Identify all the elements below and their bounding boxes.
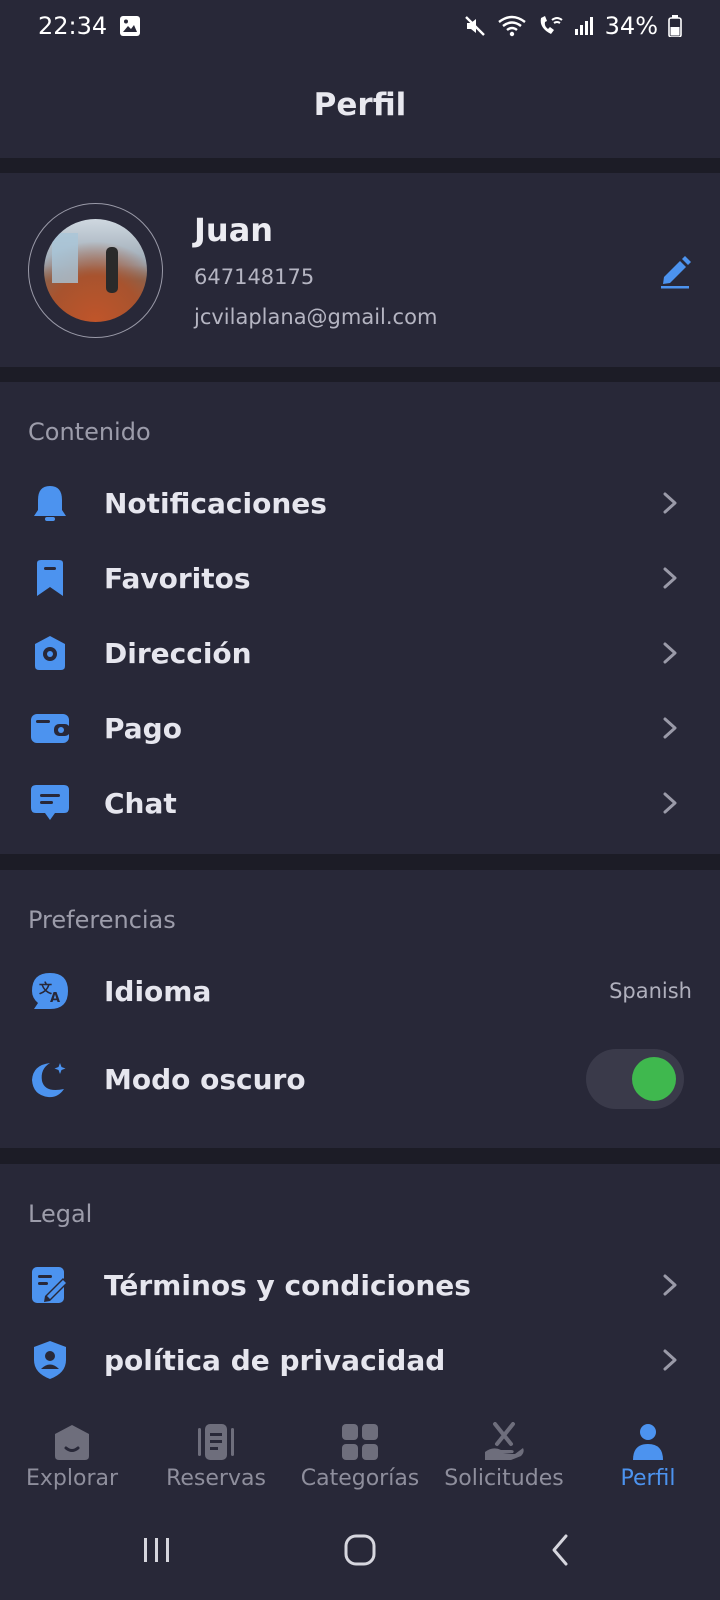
- document-icon: [198, 1424, 234, 1460]
- chevron-right-icon: [663, 1274, 677, 1296]
- nav-label: Solicitudes: [444, 1466, 564, 1491]
- svg-text:A: A: [50, 991, 60, 1006]
- menu-label: Chat: [104, 786, 177, 820]
- status-left: 22:34: [38, 12, 141, 40]
- profile-phone: 647148175: [194, 265, 315, 289]
- nav-categorias[interactable]: Categorías: [288, 1400, 432, 1500]
- home-icon: [55, 1425, 89, 1460]
- menu-item-chat[interactable]: Chat: [0, 766, 720, 840]
- menu-label: Términos y condiciones: [104, 1268, 471, 1302]
- system-nav-bar: [0, 1500, 720, 1600]
- signal-icon: [574, 17, 593, 35]
- wifi-call-icon: [540, 16, 563, 34]
- menu-item-direccion[interactable]: Dirección: [0, 616, 720, 690]
- section-title-legal: Legal: [28, 1200, 93, 1228]
- profile-name: Juan: [194, 211, 274, 249]
- menu-item-idioma[interactable]: 文 A Idioma Spanish: [0, 954, 720, 1028]
- chevron-right-icon: [663, 642, 677, 664]
- status-time: 22:34: [38, 12, 108, 40]
- menu-label: Notificaciones: [104, 486, 327, 520]
- bookmark-icon: [30, 558, 70, 598]
- menu-item-pago[interactable]: Pago: [0, 691, 720, 765]
- section-contenido: Contenido Notificaciones Favoritos Direc…: [0, 382, 720, 854]
- profile-card: Juan 647148175 jcvilaplana@gmail.com: [0, 173, 720, 367]
- grid-icon: [342, 1424, 378, 1460]
- nav-explorar[interactable]: Explorar: [0, 1400, 144, 1500]
- menu-item-modo-oscuro: Modo oscuro: [0, 1034, 720, 1124]
- tools-hand-icon: [485, 1422, 524, 1460]
- nav-label: Explorar: [25, 1466, 119, 1491]
- nav-label: Perfil: [620, 1466, 676, 1491]
- wallet-icon: [30, 708, 70, 748]
- recent-apps-icon[interactable]: [137, 1530, 177, 1570]
- wifi-icon: [497, 15, 526, 37]
- menu-item-privacidad[interactable]: política de privacidad: [0, 1323, 720, 1397]
- avatar[interactable]: [44, 219, 147, 322]
- bell-icon: [30, 483, 70, 523]
- bottom-nav: Explorar Reservas Categorías Solicitudes…: [0, 1400, 720, 1500]
- chevron-right-icon: [663, 567, 677, 589]
- shield-user-icon: [30, 1340, 70, 1380]
- menu-label: Dirección: [104, 636, 252, 670]
- chevron-right-icon: [663, 717, 677, 739]
- menu-item-favoritos[interactable]: Favoritos: [0, 541, 720, 615]
- page-title: Perfil: [313, 87, 407, 123]
- menu-label: Pago: [104, 711, 182, 745]
- location-icon: [30, 633, 70, 673]
- terms-icon: [30, 1265, 70, 1305]
- toggle-knob: [632, 1057, 676, 1101]
- moon-icon: [30, 1059, 70, 1099]
- translate-icon: 文 A: [30, 971, 70, 1011]
- section-legal: Legal Términos y condiciones política de…: [0, 1164, 720, 1400]
- gallery-icon: [120, 16, 141, 36]
- menu-label: Modo oscuro: [104, 1062, 306, 1096]
- edit-profile-icon[interactable]: [658, 253, 692, 289]
- status-bar: 22:34 34%: [0, 0, 720, 52]
- profile-email: jcvilaplana@gmail.com: [194, 305, 438, 329]
- section-title-preferencias: Preferencias: [28, 906, 176, 934]
- nav-perfil[interactable]: Perfil: [576, 1400, 720, 1500]
- chat-icon: [30, 783, 70, 823]
- menu-label: Favoritos: [104, 561, 251, 595]
- dark-mode-toggle[interactable]: [586, 1049, 684, 1109]
- screen: 22:34 34% Perfil Juan 647148175 jcvilapl…: [0, 0, 720, 1600]
- home-button-icon[interactable]: [340, 1530, 380, 1570]
- chevron-right-icon: [663, 492, 677, 514]
- user-icon: [633, 1424, 663, 1460]
- avatar-photo-window: [52, 233, 78, 283]
- battery-icon: [668, 15, 682, 37]
- nav-reservas[interactable]: Reservas: [144, 1400, 288, 1500]
- language-value: Spanish: [609, 979, 692, 1003]
- chevron-right-icon: [663, 792, 677, 814]
- avatar-photo-person: [106, 247, 118, 293]
- nav-solicitudes[interactable]: Solicitudes: [432, 1400, 576, 1500]
- nav-label: Categorías: [300, 1466, 420, 1491]
- status-right: 34%: [463, 12, 682, 40]
- avatar-ring[interactable]: [28, 203, 163, 338]
- app-header: Perfil: [0, 52, 720, 158]
- battery-percent: 34%: [604, 12, 658, 40]
- menu-label: Idioma: [104, 974, 212, 1008]
- menu-label: política de privacidad: [104, 1343, 446, 1377]
- menu-item-notificaciones[interactable]: Notificaciones: [0, 466, 720, 540]
- section-preferencias: Preferencias 文 A Idioma Spanish Modo osc…: [0, 870, 720, 1148]
- back-icon[interactable]: [542, 1530, 582, 1570]
- chevron-right-icon: [663, 1349, 677, 1371]
- mute-icon: [464, 16, 485, 36]
- nav-label: Reservas: [166, 1466, 266, 1491]
- section-title-contenido: Contenido: [28, 418, 151, 446]
- menu-item-terminos[interactable]: Términos y condiciones: [0, 1248, 720, 1322]
